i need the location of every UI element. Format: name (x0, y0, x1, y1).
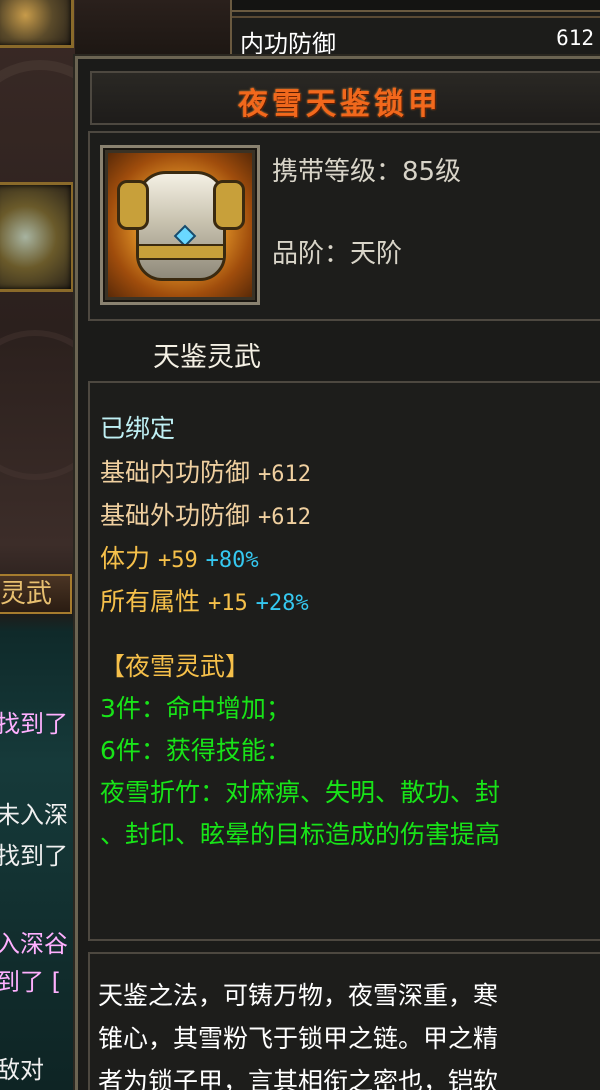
chat-line: 敌对 (0, 1056, 44, 1084)
background-panel (75, 0, 235, 60)
stat-row: 内功防御 612 (232, 16, 600, 58)
set-bonus-6: 6件：获得技能： (100, 736, 291, 765)
bonus-stat-row: 体力 +59 +80% (100, 539, 259, 575)
item-tooltip: 夜雪天鉴锁甲 携带等级：85级 品阶：天阶 天鉴灵武 已绑定 基础内功防御 +6… (75, 56, 600, 1090)
stat-percent: +80% (205, 548, 259, 573)
stat-value: +612 (257, 505, 311, 530)
chat-line: 找到了 (0, 842, 68, 870)
armor-shape (117, 171, 245, 281)
armor-chestplate-icon (108, 153, 252, 297)
stat-value: 612 (556, 26, 594, 50)
equipment-slot[interactable] (0, 182, 74, 292)
tooltip-title-bar: 夜雪天鉴锁甲 (90, 71, 600, 125)
stat-name: 体力 (100, 544, 151, 573)
chat-line: 找到了 (0, 710, 68, 738)
item-grade: 品阶：天阶 (272, 239, 403, 269)
decorative-ring (0, 330, 80, 480)
stat-value: +59 (157, 548, 198, 573)
stat-value: +15 (207, 591, 248, 616)
spirit-weapon-label: 天鉴灵武 (153, 342, 261, 373)
armor-belt (139, 244, 223, 260)
item-level: 携带等级：85级 (272, 157, 462, 187)
bonus-stat-row: 所有属性 +15 +28% (100, 582, 309, 618)
base-stat-row: 基础内功防御 +612 (100, 453, 311, 489)
set-skill-line: 、封印、眩晕的目标造成的伤害提高 (100, 820, 501, 849)
base-stat-row: 基础外功防御 +612 (100, 496, 311, 532)
set-name: 【夜雪灵武】 (100, 652, 251, 681)
background-scene: 灵武 找到了 未入深 找到了 入深谷 到了 [ 敌对 (0, 0, 80, 1090)
tab-spirit-weapon[interactable]: 灵武 (0, 574, 72, 614)
equipment-slot[interactable] (0, 0, 74, 48)
stat-name: 所有属性 (100, 587, 201, 616)
set-bonus-3: 3件：命中增加； (100, 694, 291, 723)
tab-label: 灵武 (0, 579, 53, 609)
stat-value: +612 (257, 462, 311, 487)
item-title: 夜雪天鉴锁甲 (238, 87, 442, 122)
stat-name: 基础外功防御 (100, 501, 251, 530)
chat-line: 到了 [ (0, 968, 61, 996)
stat-divider (232, 0, 600, 12)
chat-line: 未入深 (0, 801, 68, 829)
set-skill-line: 夜雪折竹：对麻痹、失明、散功、封 (100, 778, 501, 807)
stat-name: 基础内功防御 (100, 458, 251, 487)
chat-line: 入深谷 (0, 930, 68, 958)
attribute-panel: 已绑定 基础内功防御 +612 基础外功防御 +612 体力 +59 +80% … (88, 381, 600, 941)
stat-name: 内功防御 (240, 30, 336, 58)
item-icon-frame (100, 145, 260, 305)
lore-line: 天鉴之法，可铸万物，夜雪深重，寒 (98, 981, 499, 1010)
lore-description: 天鉴之法，可铸万物，夜雪深重，寒 锥心，其雪粉飞于锁甲之链。甲之精 者为锁子甲，… (88, 952, 600, 1090)
item-header: 携带等级：85级 品阶：天阶 (88, 131, 600, 321)
lore-line: 者为锁子甲，言其相衔之密也，铠软 (98, 1067, 499, 1090)
bound-status: 已绑定 (100, 414, 176, 443)
stat-row-inner-defense: 内功防御 612 (230, 0, 600, 58)
lore-line: 锥心，其雪粉飞于锁甲之链。甲之精 (98, 1024, 499, 1053)
stat-percent: +28% (255, 591, 309, 616)
